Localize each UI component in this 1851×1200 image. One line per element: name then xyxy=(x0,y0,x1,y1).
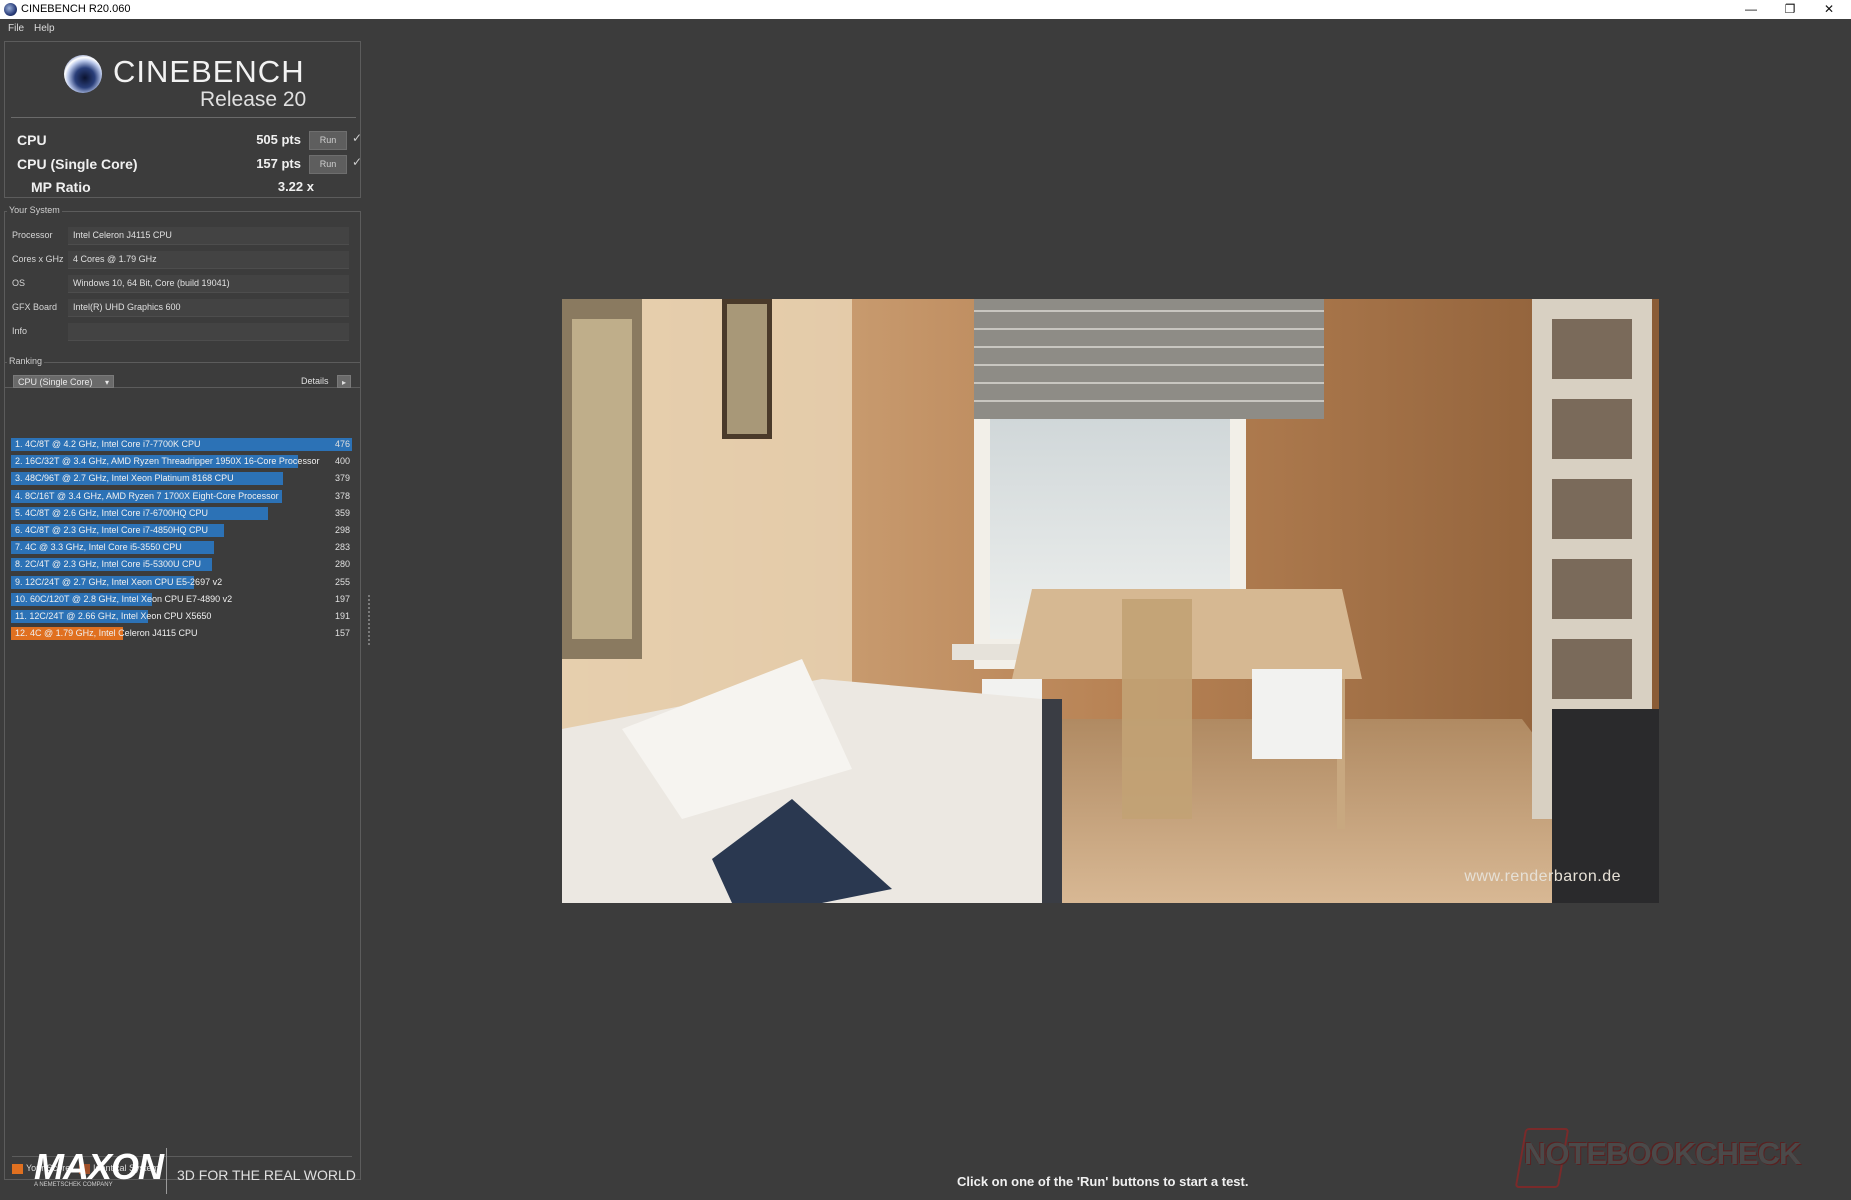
score-row-single-core: CPU (Single Core) 157 pts Run ✓ xyxy=(11,154,362,174)
ranking-score: 255 xyxy=(334,576,350,587)
ranking-label: 8. 2C/4T @ 2.3 GHz, Intel Core i5-5300U … xyxy=(15,559,202,570)
system-row-processor: Processor Intel Celeron J4115 CPU xyxy=(8,226,353,245)
cinebench-logo-icon xyxy=(64,55,102,93)
ranking-score: 476 xyxy=(334,439,350,449)
check-icon: ✓ xyxy=(352,131,363,145)
system-field: Intel(R) UHD Graphics 600 xyxy=(68,299,349,317)
ranking-label: 6. 4C/8T @ 2.3 GHz, Intel Core i7-4850HQ… xyxy=(15,525,209,535)
tagline: 3D FOR THE REAL WORLD xyxy=(177,1167,356,1183)
system-field: 4 Cores @ 1.79 GHz xyxy=(68,251,349,269)
ranking-row[interactable]: 12. 4C @ 1.79 GHz, Intel Celeron J4115 C… xyxy=(11,626,352,641)
ranking-score: 379 xyxy=(334,473,350,484)
ranking-label: 1. 4C/8T @ 4.2 GHz, Intel Core i7-7700K … xyxy=(15,439,201,449)
ranking-row[interactable]: 6. 4C/8T @ 2.3 GHz, Intel Core i7-4850HQ… xyxy=(11,523,352,538)
ranking-score: 400 xyxy=(334,456,350,467)
system-label: Processor xyxy=(12,230,53,240)
menu-help[interactable]: Help xyxy=(34,23,55,34)
app-icon xyxy=(4,3,17,16)
info-field[interactable] xyxy=(68,323,349,341)
system-row-info: Info xyxy=(8,322,353,341)
ranking-panel-title: Ranking xyxy=(7,356,45,366)
score-label: MP Ratio xyxy=(31,179,91,195)
details-toggle-button[interactable]: ▸ xyxy=(337,375,351,388)
system-label: GFX Board xyxy=(12,302,58,312)
ranking-score: 298 xyxy=(334,525,350,535)
title-bar: CINEBENCH R20.060 — ❐ ✕ xyxy=(0,0,1851,19)
details-label: Details xyxy=(301,376,329,386)
logo-name: CINEBENCH xyxy=(113,54,305,89)
system-panel-title: Your System xyxy=(7,205,62,215)
system-value: Intel(R) UHD Graphics 600 xyxy=(73,302,181,312)
ranking-score: 359 xyxy=(334,507,350,518)
ranking-label: 9. 12C/24T @ 2.7 GHz, Intel Xeon CPU E5-… xyxy=(15,576,223,587)
system-label: Info xyxy=(12,326,28,336)
maxon-subtitle: A NEMETSCHEK COMPANY xyxy=(34,1182,113,1188)
close-button[interactable]: ✕ xyxy=(1806,0,1851,19)
run-single-core-button[interactable]: Run xyxy=(309,155,347,174)
logo-release: Release 20 xyxy=(200,88,307,111)
room-render-illustration xyxy=(562,299,1659,903)
watermark: NOTEBOOKCHECK xyxy=(1524,1136,1801,1171)
ranking-row[interactable]: 3. 48C/96T @ 2.7 GHz, Intel Xeon Platinu… xyxy=(11,471,352,486)
score-label: CPU xyxy=(17,132,47,148)
divider xyxy=(11,117,356,118)
system-row-os: OS Windows 10, 64 Bit, Core (build 19041… xyxy=(8,274,353,293)
render-credit: www.renderbaron.de xyxy=(1464,868,1621,885)
ranking-row[interactable]: 10. 60C/120T @ 2.8 GHz, Intel Xeon CPU E… xyxy=(11,592,352,607)
left-panel: CINEBENCH Release 20 CPU 505 pts Run ✓ C… xyxy=(0,39,364,1200)
ranking-label: 10. 60C/120T @ 2.8 GHz, Intel Xeon CPU E… xyxy=(15,593,233,604)
ranking-row[interactable]: 1. 4C/8T @ 4.2 GHz, Intel Core i7-7700K … xyxy=(11,437,352,452)
menu-file[interactable]: File xyxy=(8,23,24,34)
chevron-down-icon: ▾ xyxy=(104,378,109,387)
system-label: OS xyxy=(12,278,26,288)
ranking-label: 7. 4C @ 3.3 GHz, Intel Core i5-3550 CPU xyxy=(15,542,182,553)
ranking-dropdown-value: CPU (Single Core) xyxy=(18,377,93,387)
ranking-score: 191 xyxy=(334,611,350,621)
your-score-swatch xyxy=(12,1164,23,1174)
run-cpu-button[interactable]: Run xyxy=(309,131,347,150)
panel-splitter[interactable] xyxy=(368,595,370,645)
ranking-row[interactable]: 8. 2C/4T @ 2.3 GHz, Intel Core i5-5300U … xyxy=(11,557,352,572)
ranking-score: 157 xyxy=(334,628,350,639)
status-message: Click on one of the 'Run' buttons to sta… xyxy=(957,1174,1249,1189)
divider xyxy=(166,1148,167,1194)
menu-bar: File Help xyxy=(0,19,1851,39)
ranking-dropdown[interactable]: CPU (Single Core) ▾ xyxy=(13,375,114,388)
ranking-label: 4. 8C/16T @ 3.4 GHz, AMD Ryzen 7 1700X E… xyxy=(15,490,279,501)
check-icon: ✓ xyxy=(352,155,363,169)
system-field: Windows 10, 64 Bit, Core (build 19041) xyxy=(68,275,349,293)
ranking-score: 378 xyxy=(334,490,350,501)
ranking-row[interactable]: 7. 4C @ 3.3 GHz, Intel Core i5-3550 CPU 2… xyxy=(11,540,352,555)
ranking-label: 3. 48C/96T @ 2.7 GHz, Intel Xeon Platinu… xyxy=(15,473,234,484)
score-row-cpu: CPU 505 pts Run ✓ xyxy=(11,130,362,150)
system-value: 4 Cores @ 1.79 GHz xyxy=(73,254,157,264)
ranking-label: 12. 4C @ 1.79 GHz, Intel Celeron J4115 C… xyxy=(15,628,198,639)
system-value: Intel Celeron J4115 CPU xyxy=(73,230,172,240)
score-value: 157 pts xyxy=(256,156,301,171)
ranking-label: 2. 16C/32T @ 3.4 GHz, AMD Ryzen Threadri… xyxy=(15,456,320,467)
score-panel: CINEBENCH Release 20 CPU 505 pts Run ✓ C… xyxy=(4,41,362,198)
system-label: Cores x GHz xyxy=(12,254,64,264)
ranking-label: 11. 12C/24T @ 2.66 GHz, Intel Xeon CPU X… xyxy=(15,611,212,621)
ranking-score: 283 xyxy=(334,542,350,553)
ranking-row[interactable]: 5. 4C/8T @ 2.6 GHz, Intel Core i7-6700HQ… xyxy=(11,506,352,521)
ranking-row[interactable]: 11. 12C/24T @ 2.66 GHz, Intel Xeon CPU X… xyxy=(11,609,352,624)
score-label: CPU (Single Core) xyxy=(17,156,138,172)
score-value: 505 pts xyxy=(256,132,301,147)
ranking-label: 5. 4C/8T @ 2.6 GHz, Intel Core i7-6700HQ… xyxy=(15,507,209,518)
ranking-score: 280 xyxy=(334,559,350,570)
score-row-mp-ratio: MP Ratio 3.22 x xyxy=(11,177,356,197)
render-preview-image: www.renderbaron.de xyxy=(562,299,1659,903)
system-row-cores: Cores x GHz 4 Cores @ 1.79 GHz xyxy=(8,250,353,269)
ranking-row[interactable]: 4. 8C/16T @ 3.4 GHz, AMD Ryzen 7 1700X E… xyxy=(11,489,352,504)
ranking-row[interactable]: 2. 16C/32T @ 3.4 GHz, AMD Ryzen Threadri… xyxy=(11,454,352,469)
score-value: 3.22 x xyxy=(277,179,314,194)
window-title: CINEBENCH R20.060 xyxy=(21,3,131,15)
system-row-gfx: GFX Board Intel(R) UHD Graphics 600 xyxy=(8,298,353,317)
system-value: Windows 10, 64 Bit, Core (build 19041) xyxy=(73,278,230,288)
ranking-row[interactable]: 9. 12C/24T @ 2.7 GHz, Intel Xeon CPU E5-… xyxy=(11,575,352,590)
ranking-score: 197 xyxy=(334,593,350,604)
system-field: Intel Celeron J4115 CPU xyxy=(68,227,349,245)
